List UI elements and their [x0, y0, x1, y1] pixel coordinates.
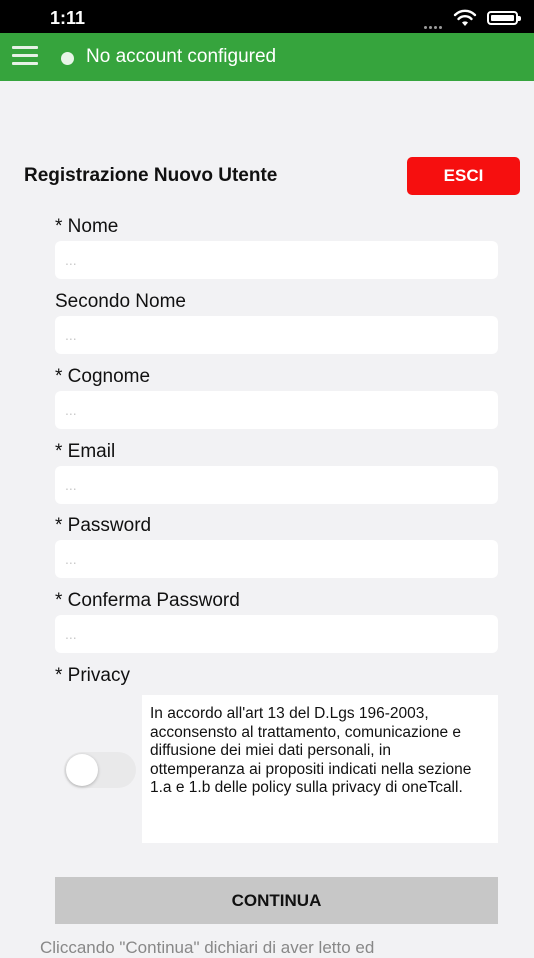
status-bar: 1:11 [0, 0, 534, 33]
signal-dots-icon [424, 16, 448, 29]
page-title: Registrazione Nuovo Utente [24, 165, 278, 186]
password-label: * Password [55, 515, 152, 536]
privacy-label: * Privacy [55, 665, 130, 686]
confirm-password-input[interactable] [55, 615, 498, 653]
email-label: * Email [55, 441, 116, 462]
name-input[interactable] [55, 241, 498, 279]
footer-disclaimer: Cliccando "Continua" dichiari di aver le… [40, 938, 375, 957]
battery-icon [487, 11, 521, 25]
surname-label: * Cognome [55, 366, 151, 387]
wifi-icon [453, 9, 477, 26]
hamburger-menu-icon[interactable] [12, 46, 38, 68]
toggle-knob [66, 754, 98, 786]
app-header: No account configured [0, 33, 534, 81]
privacy-toggle[interactable] [64, 752, 136, 788]
confirm-password-label: * Conferma Password [55, 590, 240, 611]
middle-name-label: Secondo Nome [55, 291, 186, 312]
middle-name-input[interactable] [55, 316, 498, 354]
exit-button[interactable]: ESCI [407, 157, 520, 195]
account-status-dot-icon [61, 52, 74, 65]
surname-input[interactable] [55, 391, 498, 429]
privacy-consent-text: In accordo all'art 13 del D.Lgs 196-2003… [142, 695, 498, 843]
status-time: 1:11 [50, 8, 86, 28]
password-input[interactable] [55, 540, 498, 578]
continue-button[interactable]: CONTINUA [55, 877, 498, 924]
email-input[interactable] [55, 466, 498, 504]
name-label: * Nome [55, 216, 119, 237]
account-status-text: No account configured [86, 46, 277, 67]
